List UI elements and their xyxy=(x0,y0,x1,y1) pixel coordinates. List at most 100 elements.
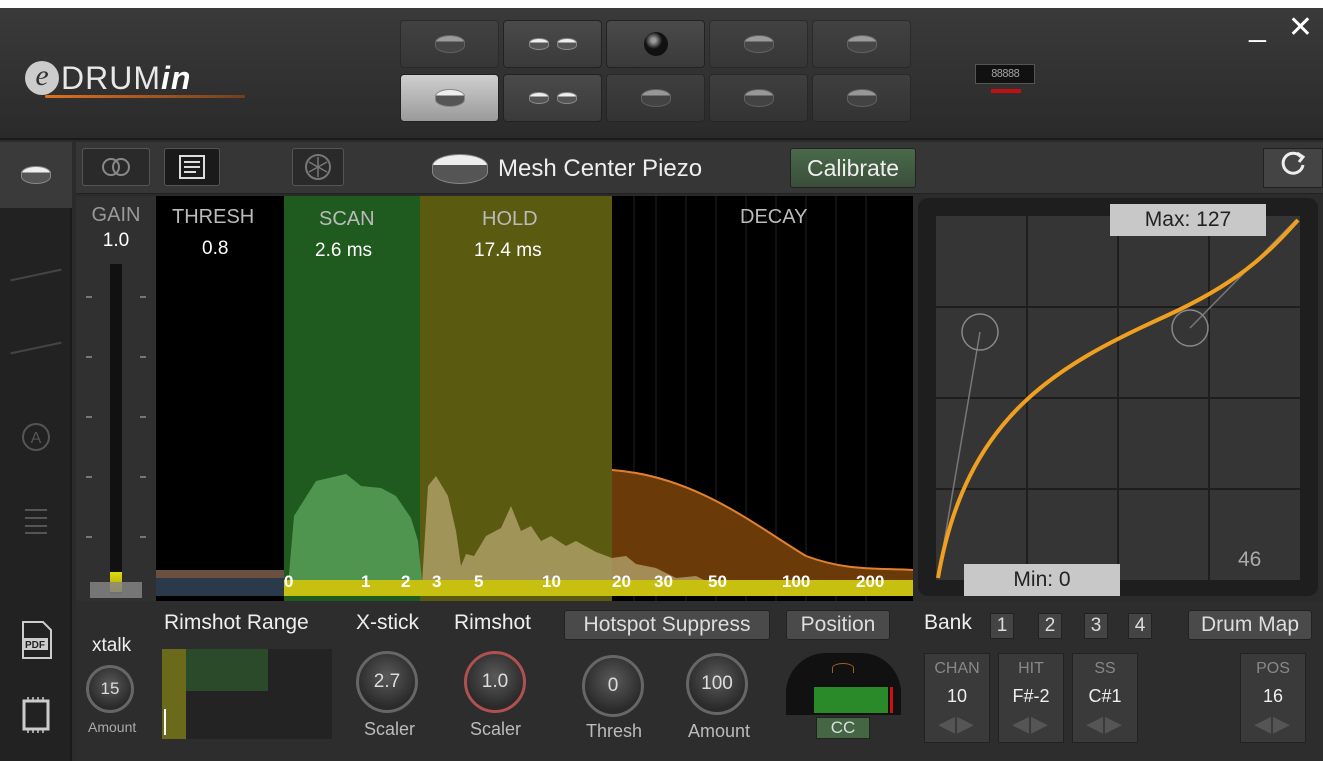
drum-icon xyxy=(434,89,465,107)
drum-icon xyxy=(743,89,774,107)
pad-selector-grid xyxy=(400,20,911,122)
pad-button-7[interactable] xyxy=(503,74,602,122)
pad-button-10[interactable] xyxy=(812,74,911,122)
gain-column: GAIN 1.0 xyxy=(76,196,156,601)
pad-name-display: Mesh Center Piezo xyxy=(432,152,702,186)
time-axis-label: 3 xyxy=(432,572,442,591)
map-cell-pos[interactable]: POS 16 ◀▶ xyxy=(1240,653,1306,743)
tuning-fork-logo-icon xyxy=(305,154,331,180)
settings-list-button[interactable] xyxy=(164,148,220,186)
scan-label: SCAN xyxy=(319,208,375,230)
sidebar-item-list[interactable] xyxy=(0,487,72,553)
pad-button-9[interactable] xyxy=(709,74,808,122)
drum-icon xyxy=(640,89,671,107)
hotspot-amount-knob[interactable]: 100 xyxy=(686,653,748,715)
hit-value: F#-2 xyxy=(1012,686,1050,706)
logo-underline xyxy=(45,95,245,98)
rimshot-scaler-knob[interactable]: 1.0 xyxy=(464,651,526,713)
chip-icon xyxy=(22,697,50,733)
edrumin-logo: e DRUMin xyxy=(25,53,245,103)
hotspot-suppress-button[interactable]: Hotspot Suppress xyxy=(564,610,770,640)
app-window: e DRUMin 88888 _ ✕ A PDF Mesh Center Pie… xyxy=(0,8,1323,761)
tom-icon xyxy=(528,38,549,50)
pad-button-2[interactable] xyxy=(503,20,602,68)
velocity-curve-svg xyxy=(936,216,1300,580)
pos-arrows-icon[interactable]: ◀▶ xyxy=(1241,711,1305,737)
tom-icon xyxy=(556,38,577,50)
minimize-button[interactable]: _ xyxy=(1249,10,1266,45)
rimshot-label: Rimshot xyxy=(454,611,532,634)
map-cell-hit[interactable]: HIT F#-2 ◀▶ xyxy=(998,653,1064,743)
drum-map-button[interactable]: Drum Map xyxy=(1188,610,1312,640)
drum-icon xyxy=(434,35,465,53)
pad-button-8[interactable] xyxy=(606,74,705,122)
sidebar-item-pdf[interactable]: PDF xyxy=(0,607,72,673)
pos-value: 16 xyxy=(1262,686,1284,706)
sidebar-item-auto[interactable]: A xyxy=(0,404,72,470)
brand-logo-button[interactable] xyxy=(292,148,344,186)
pad-button-6-selected[interactable] xyxy=(400,74,499,122)
bank-button-4[interactable]: 4 xyxy=(1128,613,1152,639)
chan-arrows-icon[interactable]: ◀▶ xyxy=(925,711,989,737)
curve-current-value: 46 xyxy=(1238,548,1262,571)
curve-max-label[interactable]: Max: 127 xyxy=(1110,204,1266,236)
left-sidebar: A PDF xyxy=(0,142,72,761)
time-axis-label: 5 xyxy=(474,572,484,591)
sidebar-item-pad-settings[interactable] xyxy=(0,142,72,208)
xtalk-amount-knob[interactable]: 15 xyxy=(86,665,134,713)
rimshot-range-graph[interactable] xyxy=(162,649,332,739)
meter-tick xyxy=(86,356,92,358)
tom-icon xyxy=(528,92,549,104)
hotspot-thresh-knob[interactable]: 0 xyxy=(582,655,644,717)
meter-tick xyxy=(140,476,146,478)
map-cell-chan[interactable]: CHAN 10 ◀▶ xyxy=(924,653,990,743)
bank-button-3[interactable]: 3 xyxy=(1084,613,1108,639)
window-controls: _ ✕ xyxy=(1249,10,1313,45)
bank-button-1[interactable]: 1 xyxy=(990,613,1014,639)
curve-min-label[interactable]: Min: 0 xyxy=(964,564,1120,596)
bank-button-2[interactable]: 2 xyxy=(1038,613,1062,639)
pad-button-4[interactable] xyxy=(709,20,808,68)
hold-label: HOLD xyxy=(482,208,538,230)
sidebar-item-hardware[interactable] xyxy=(0,682,72,748)
thresh-label: THRESH xyxy=(172,206,255,228)
logo-drum: DRUM xyxy=(61,59,161,96)
gain-label: GAIN xyxy=(91,204,141,226)
hotspot-amount-label: Amount xyxy=(688,721,751,741)
hit-waveform-graph[interactable]: THRESH 0.8 SCAN 2.6 ms HOLD 17.4 ms DECA… xyxy=(156,196,913,601)
close-button[interactable]: ✕ xyxy=(1288,10,1313,45)
threshold-floor xyxy=(156,578,284,596)
meter-tick xyxy=(140,356,146,358)
link-toggle-button[interactable] xyxy=(82,148,150,186)
reset-button[interactable] xyxy=(1263,148,1323,188)
lines-icon xyxy=(25,509,47,534)
midi-port-indicator[interactable]: 88888 xyxy=(975,64,1035,93)
hit-arrows-icon[interactable]: ◀▶ xyxy=(999,711,1063,737)
hotspot-thresh-label: Thresh xyxy=(586,721,643,741)
pad-button-5[interactable] xyxy=(812,20,911,68)
sidebar-divider xyxy=(10,268,62,282)
scan-value[interactable]: 2.6 ms xyxy=(315,240,372,262)
ss-arrows-icon[interactable]: ◀▶ xyxy=(1073,711,1137,737)
position-button[interactable]: Position xyxy=(786,610,890,640)
pad-toolbar: Mesh Center Piezo Calibrate xyxy=(76,142,1323,194)
gain-value[interactable]: 1.0 xyxy=(76,230,156,252)
hold-value[interactable]: 17.4 ms xyxy=(474,240,542,262)
tom-icon xyxy=(556,92,577,104)
position-cc-button[interactable]: CC xyxy=(816,717,870,739)
velocity-curve-area[interactable] xyxy=(936,216,1300,580)
pad-button-1[interactable] xyxy=(400,20,499,68)
gain-slider-handle[interactable] xyxy=(90,582,142,598)
xstick-scaler-knob[interactable]: 2.7 xyxy=(356,651,418,713)
thresh-value[interactable]: 0.8 xyxy=(202,238,228,260)
meter-tick xyxy=(140,536,146,538)
pad-button-3[interactable] xyxy=(606,20,705,68)
circle-a-icon: A xyxy=(22,423,50,451)
top-bar: e DRUMin 88888 _ ✕ xyxy=(0,8,1323,140)
rimshot-range-label: Rimshot Range xyxy=(164,611,309,634)
time-axis-label: 100 xyxy=(782,572,811,591)
threshold-line xyxy=(156,570,284,578)
pdf-icon: PDF xyxy=(22,621,52,659)
calibrate-button[interactable]: Calibrate xyxy=(790,148,916,188)
map-cell-ss[interactable]: SS C#1 ◀▶ xyxy=(1072,653,1138,743)
